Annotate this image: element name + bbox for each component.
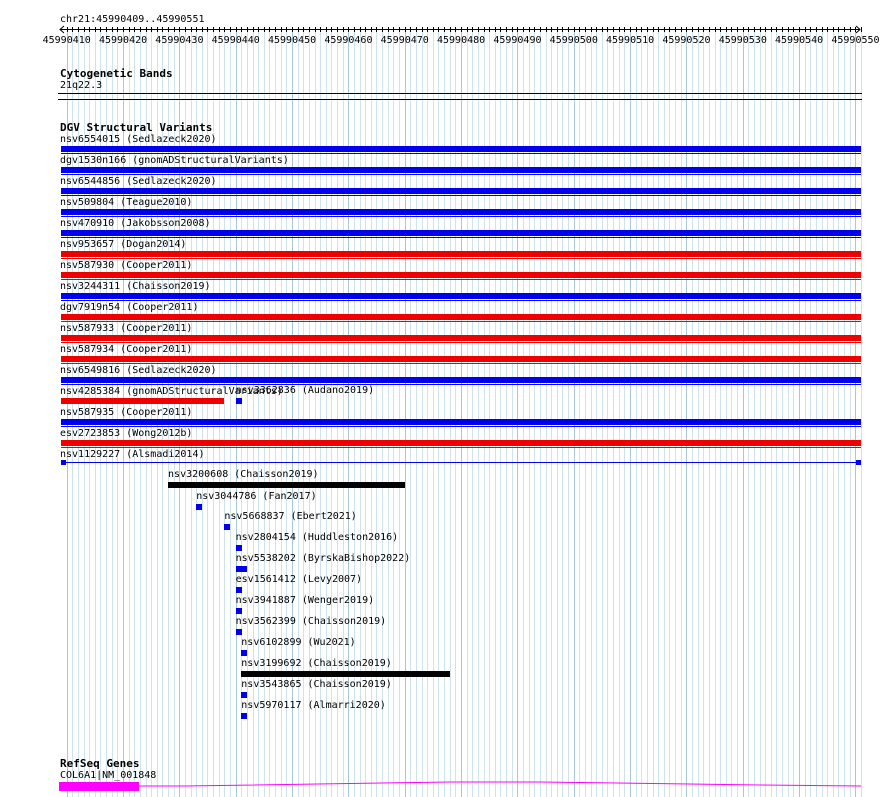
- gene-intron: [139, 781, 862, 787]
- gene-intron-line: [139, 781, 862, 787]
